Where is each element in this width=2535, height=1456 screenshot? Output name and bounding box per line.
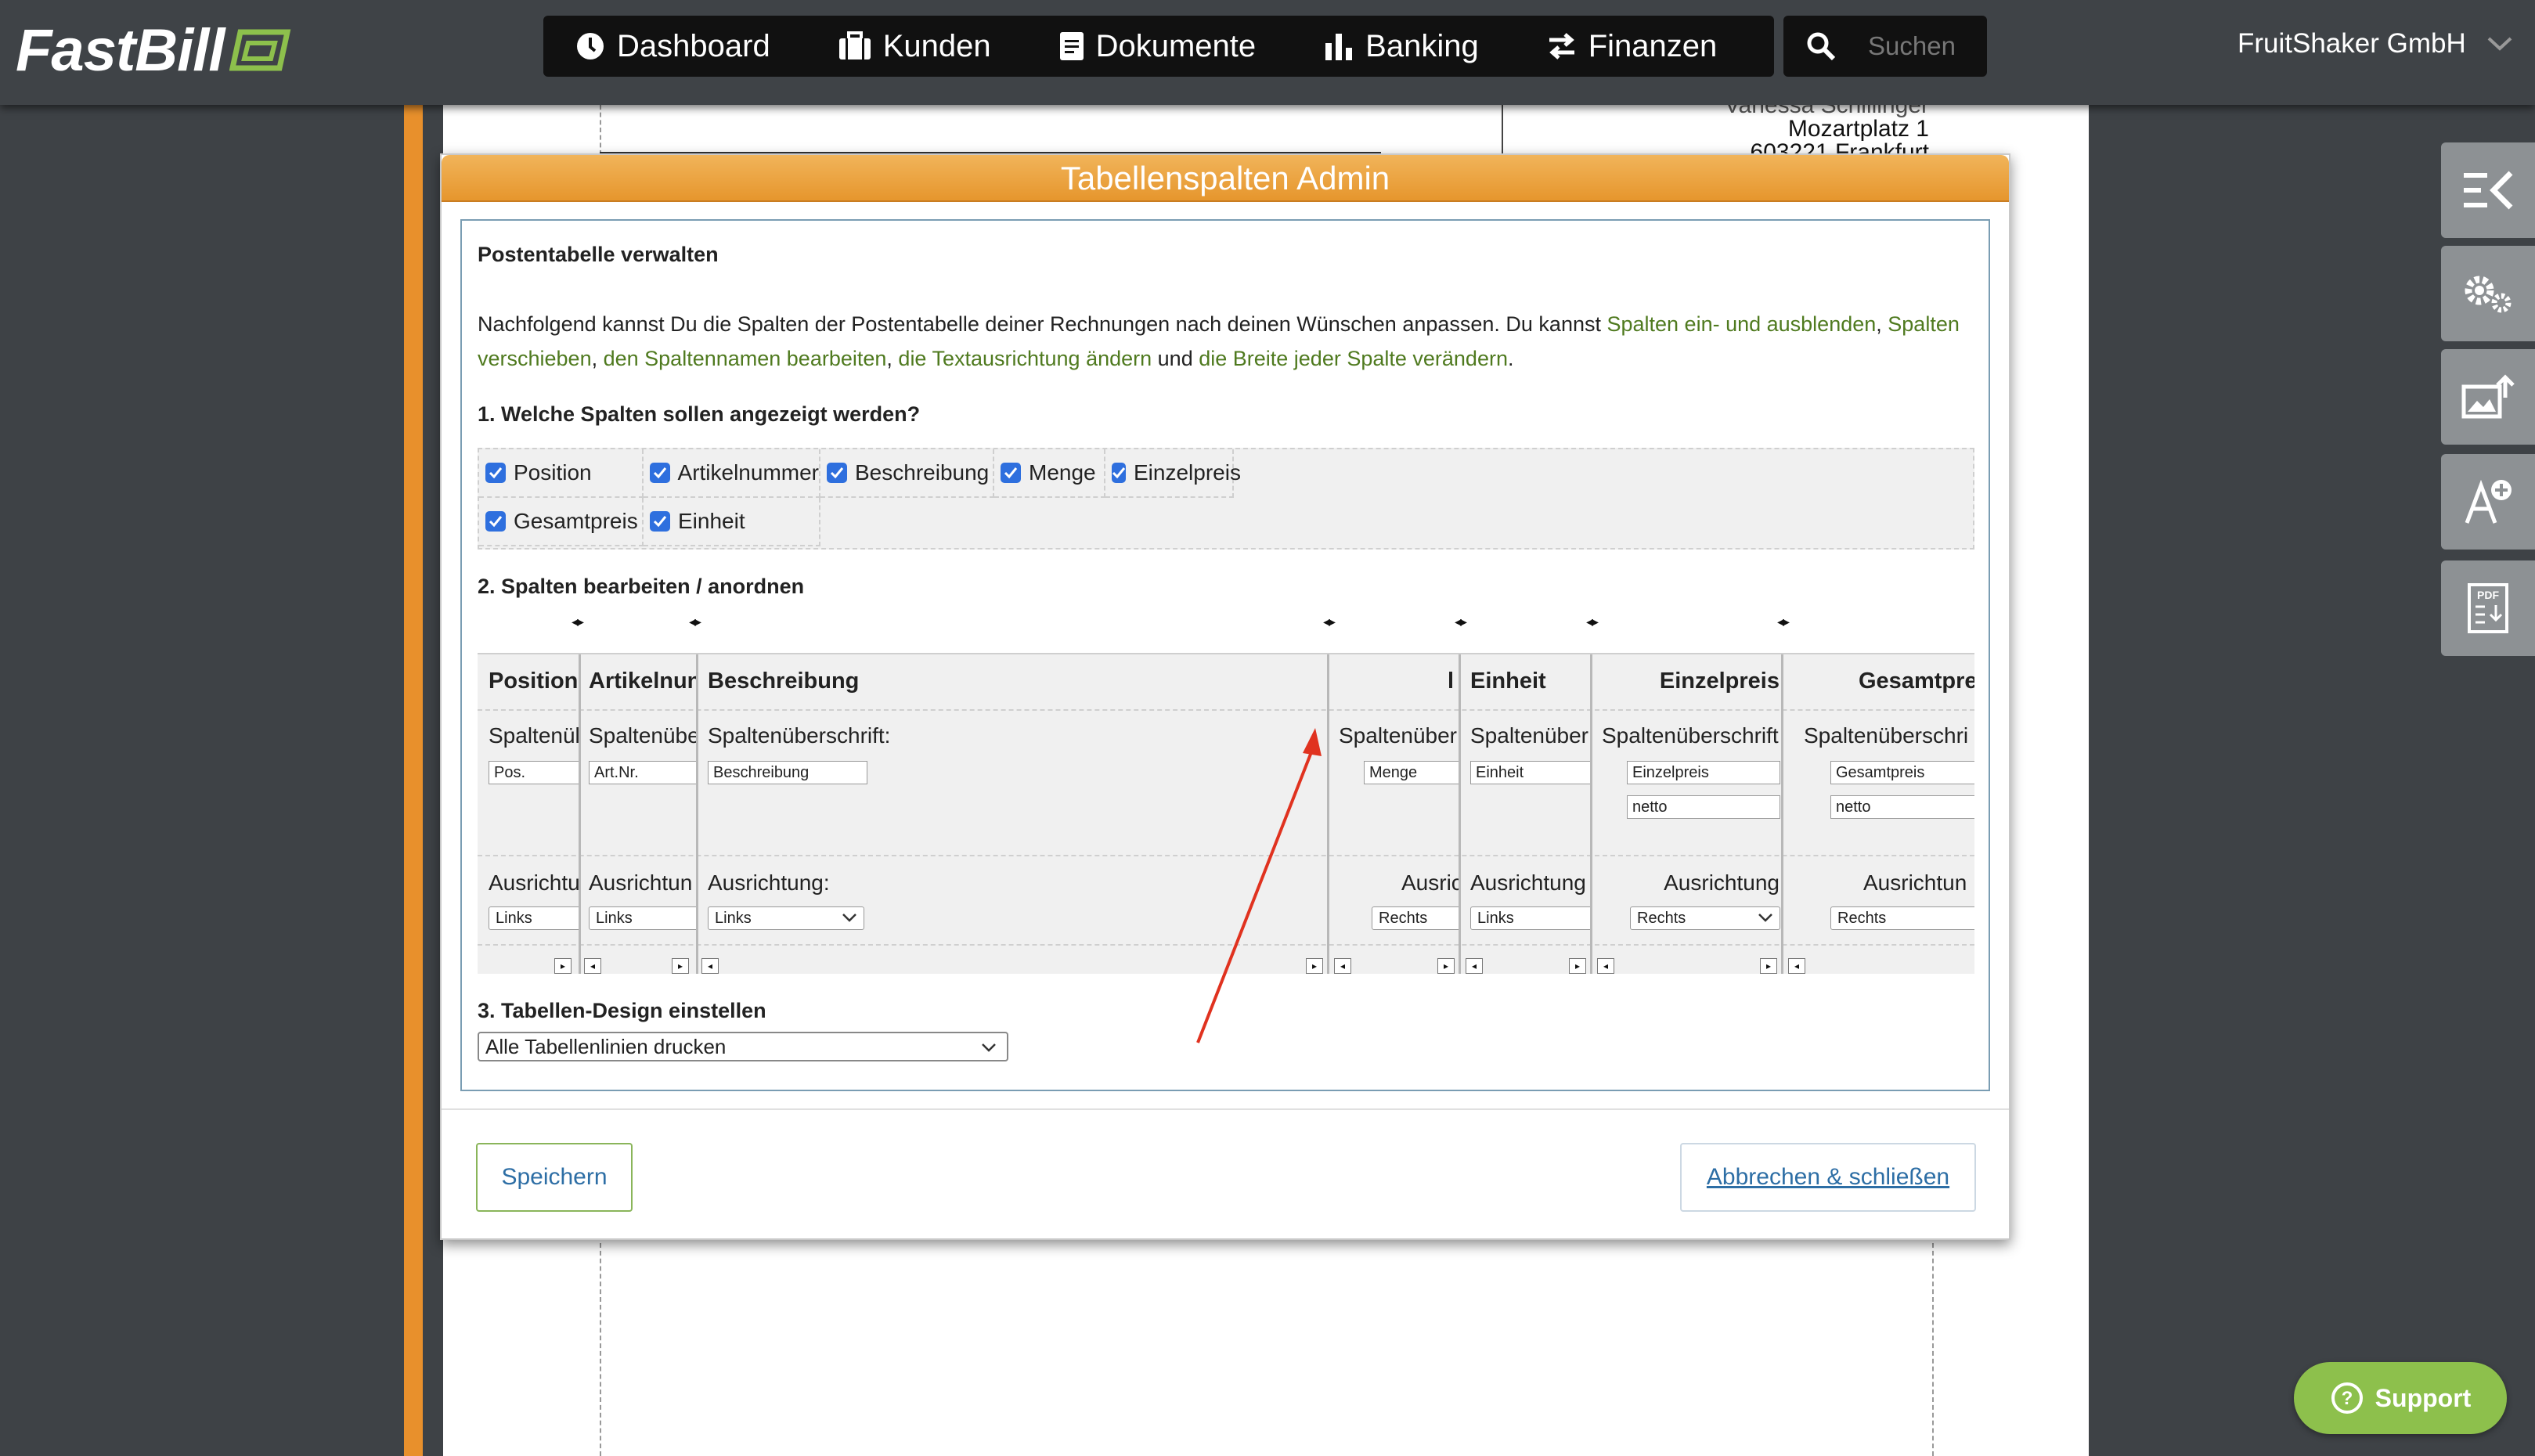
company-name: FruitShaker GmbH (2238, 28, 2466, 59)
help-circle-icon: ? (2331, 1382, 2363, 1414)
nav-item-finanzen[interactable]: Finanzen (1546, 28, 1718, 64)
document-icon (1059, 32, 1084, 60)
bar-chart-icon (1325, 34, 1353, 60)
transfer-arrows-icon (1549, 33, 1574, 59)
briefcase-icon (838, 31, 871, 59)
nav-item-label: Kunden (882, 28, 991, 63)
nav-item-label: Banking (1365, 28, 1479, 63)
fastbill-logo[interactable]: FastBill (16, 11, 292, 89)
nav-item-label: Dashboard (617, 28, 770, 63)
support-label: Support (2375, 1383, 2472, 1412)
nav-item-dashboard[interactable]: Dashboard (575, 29, 770, 64)
nav-item-label: Dokumente (1095, 28, 1257, 63)
nav-item-kunden[interactable]: Kunden (838, 29, 991, 64)
svg-text:?: ? (2341, 1388, 2353, 1409)
annotation-arrow (1196, 728, 1322, 1043)
main-navigation: Dashboard Kunden Dokumente Banking Finan… (543, 16, 1774, 77)
company-menu[interactable]: FruitShaker GmbH (2238, 28, 2513, 59)
support-button[interactable]: ? Support (2294, 1362, 2507, 1434)
nav-item-dokumente[interactable]: Dokumente (1058, 28, 1257, 64)
nav-item-banking[interactable]: Banking (1323, 29, 1479, 64)
nav-item-label: Finanzen (1588, 28, 1718, 63)
logo-mark-icon (229, 29, 290, 71)
search-input[interactable]: Suchen (1783, 16, 1987, 77)
clock-icon (577, 33, 604, 59)
chevron-down-icon (2487, 37, 2512, 51)
top-bar: FastBill Dashboard Kunden Dokumente Bank… (0, 0, 2535, 105)
search-placeholder: Suchen (1868, 31, 1956, 60)
search-icon (1807, 32, 1836, 61)
logo-text: FastBill (16, 16, 225, 84)
